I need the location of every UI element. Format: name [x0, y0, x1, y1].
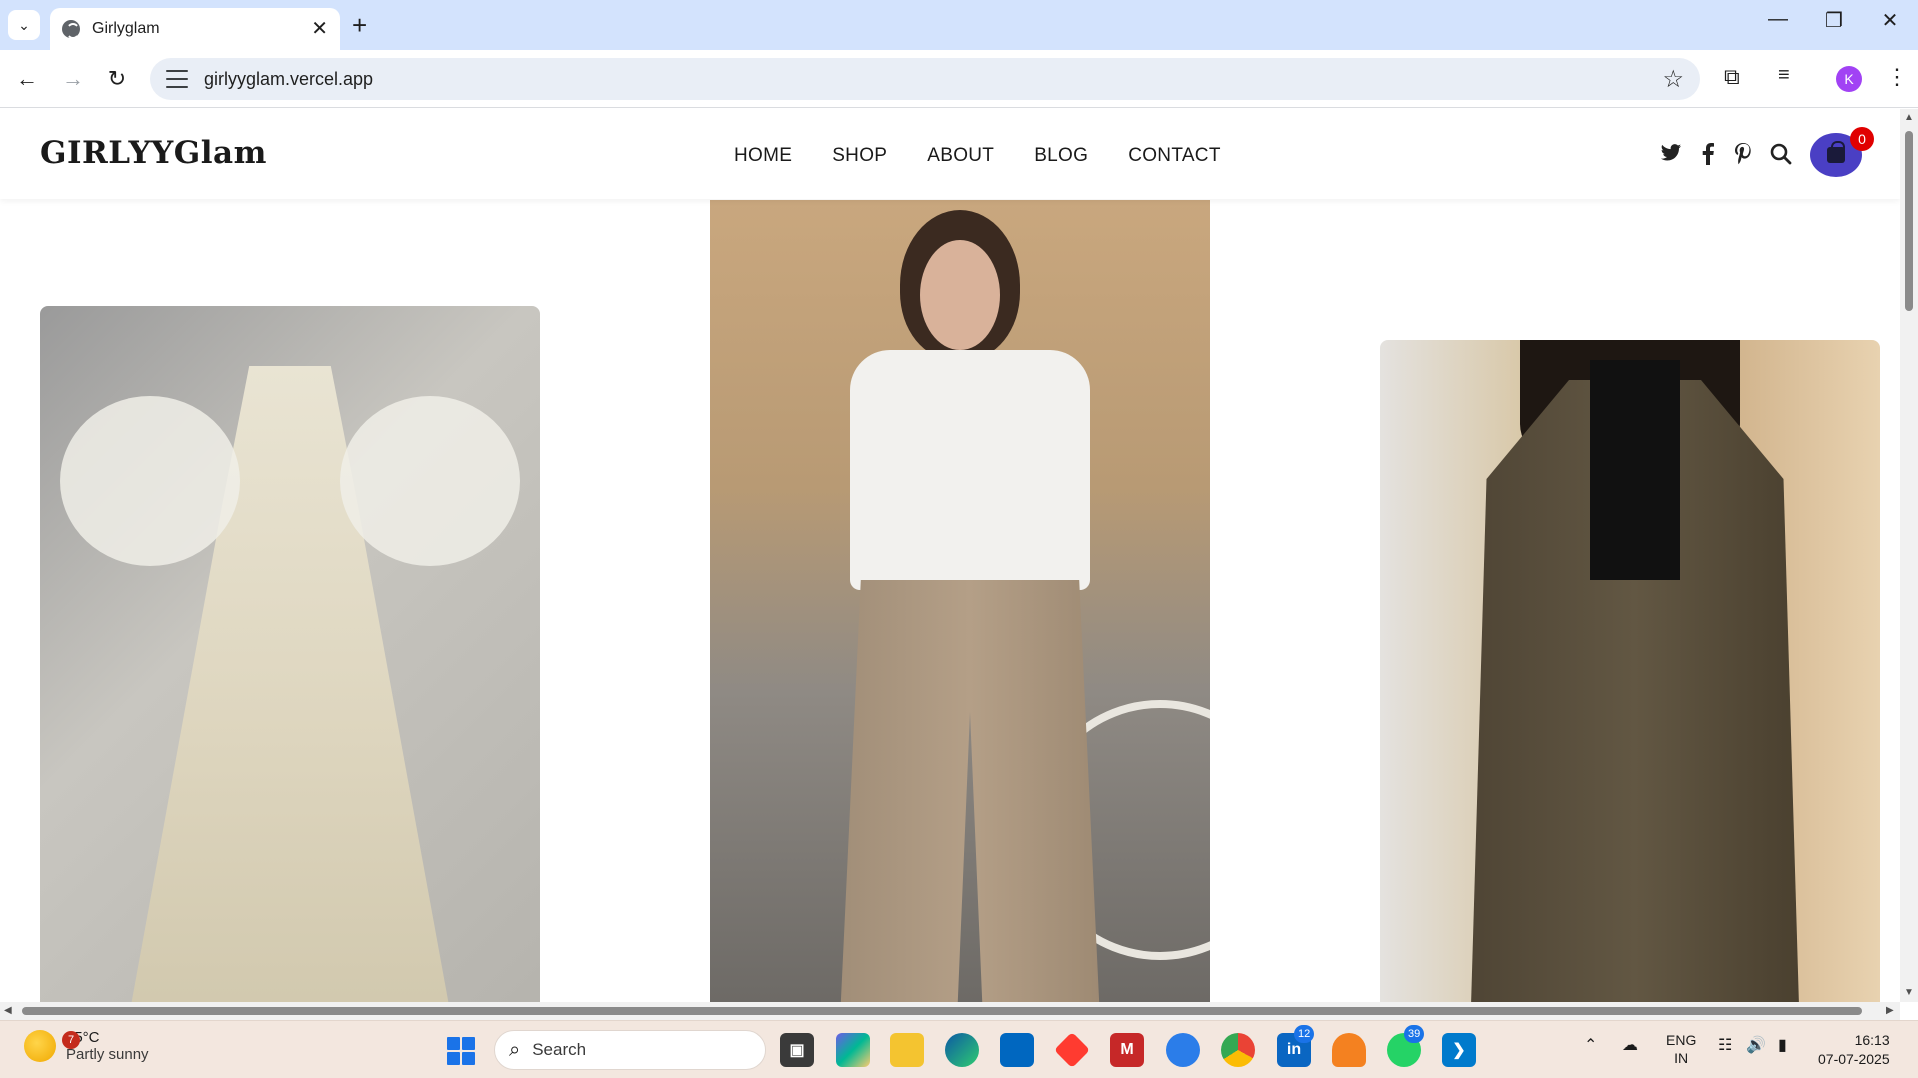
scroll-up-icon[interactable]: ▲ [1904, 112, 1914, 123]
taskbar-search[interactable]: ⌕ Search [494, 1030, 766, 1070]
product-image-white-shirt-trousers[interactable] [710, 200, 1210, 1002]
nav-home[interactable]: HOME [734, 145, 792, 167]
microsoft-store-icon[interactable] [1000, 1033, 1034, 1067]
windows-start-icon[interactable] [447, 1037, 475, 1065]
close-window-icon[interactable]: ✕ [1870, 8, 1910, 33]
copilot-icon[interactable] [836, 1033, 870, 1067]
shopping-bag-icon [1827, 141, 1845, 163]
system-clock[interactable]: 16:13 07-07-2025 [1818, 1031, 1890, 1069]
weather-condition: Partly sunny [66, 1046, 149, 1063]
reload-icon[interactable]: ↻ [102, 64, 132, 94]
media-control-icon[interactable]: ≡ [1778, 64, 1790, 87]
extensions-icon[interactable]: ⧉ [1724, 64, 1740, 90]
pinterest-icon[interactable] [1735, 143, 1751, 171]
tab-search-button[interactable]: ⌄ [8, 10, 40, 40]
nav-contact[interactable]: CONTACT [1128, 145, 1221, 167]
search-icon: ⌕ [509, 1038, 521, 1061]
onedrive-icon[interactable]: ☁ [1622, 1037, 1638, 1055]
anydesk-icon[interactable] [1053, 1031, 1091, 1069]
horizontal-scrollbar[interactable]: ◀ ▶ [0, 1002, 1900, 1020]
site-header: GIRLYYGlam HOME SHOP ABOUT BLOG CONTACT … [0, 109, 1900, 199]
task-view-icon[interactable]: ▣ [780, 1033, 814, 1067]
tab-title: Girlyglam [92, 20, 160, 37]
edge-icon[interactable] [945, 1033, 979, 1067]
weather-badge: 7 [62, 1031, 80, 1049]
address-bar[interactable]: girlyyglam.vercel.app ☆ [150, 58, 1700, 100]
scroll-left-icon[interactable]: ◀ [4, 1005, 12, 1016]
product-image-olive-coat[interactable] [1380, 340, 1880, 1002]
profile-avatar[interactable]: K [1836, 66, 1862, 92]
nav-blog[interactable]: BLOG [1034, 145, 1088, 167]
nav-shop[interactable]: SHOP [832, 145, 887, 167]
language-indicator[interactable]: ENG IN [1666, 1031, 1696, 1067]
vertical-scroll-thumb[interactable] [1905, 131, 1913, 311]
shirt-shape [850, 350, 1090, 590]
forward-icon[interactable]: → [58, 64, 88, 94]
battery-icon[interactable]: ▮ [1778, 1037, 1787, 1055]
weather-widget[interactable]: 7 35°C Partly sunny [24, 1029, 149, 1063]
facebook-icon[interactable] [1702, 143, 1714, 171]
scroll-down-icon[interactable]: ▼ [1904, 987, 1914, 998]
mcafee-icon[interactable]: M [1110, 1033, 1144, 1067]
site-logo[interactable]: GIRLYYGlam [40, 135, 267, 171]
file-explorer-icon[interactable] [890, 1033, 924, 1067]
url-text[interactable]: girlyyglam.vercel.app [204, 69, 1662, 90]
windows-taskbar: 7 35°C Partly sunny ⌕ Search ▣ M in 12 3… [0, 1020, 1918, 1078]
weather-app-icon[interactable] [1166, 1033, 1200, 1067]
main-nav: HOME SHOP ABOUT BLOG CONTACT [734, 145, 1221, 167]
browser-tab-bar: ⌄ Girlyglam ✕ + — ❐ ✕ [0, 0, 1918, 50]
sleeve-shape-right [340, 396, 520, 566]
partly-sunny-icon [24, 1030, 56, 1062]
volume-icon[interactable]: 🔊 [1746, 1037, 1766, 1055]
browser-toolbar: ← → ↻ girlyyglam.vercel.app ☆ ⧉ ≡ K ⋮ [0, 50, 1918, 108]
vscode-icon[interactable]: ❯ [1442, 1033, 1476, 1067]
region-code: IN [1674, 1050, 1689, 1066]
wifi-icon[interactable]: ☷ [1718, 1037, 1732, 1055]
site-info-icon[interactable] [166, 70, 188, 88]
linkedin-badge: 12 [1294, 1025, 1315, 1043]
nav-about[interactable]: ABOUT [927, 145, 994, 167]
sleeve-shape-left [60, 396, 240, 566]
page-viewport: GIRLYYGlam HOME SHOP ABOUT BLOG CONTACT … [0, 109, 1900, 1002]
restore-icon[interactable]: ❐ [1814, 8, 1854, 33]
minimize-icon[interactable]: — [1758, 8, 1798, 31]
bookmark-star-icon[interactable]: ☆ [1662, 65, 1684, 94]
chevron-up-icon[interactable]: ⌃ [1584, 1037, 1597, 1055]
whatsapp-badge: 39 [1404, 1025, 1425, 1043]
tab-close-button[interactable]: ✕ [311, 19, 328, 39]
black-top-shape [1590, 360, 1680, 580]
horizontal-scroll-thumb[interactable] [22, 1007, 1862, 1015]
vertical-scrollbar[interactable]: ▲ ▼ [1900, 109, 1918, 1002]
back-icon[interactable]: ← [12, 64, 42, 94]
cart-count-badge: 0 [1850, 127, 1874, 151]
search-icon[interactable] [1770, 143, 1792, 171]
chevron-down-icon: ⌄ [18, 16, 30, 33]
taskbar-search-label: Search [532, 1040, 587, 1059]
clock-date: 07-07-2025 [1818, 1051, 1890, 1067]
clock-time: 16:13 [1854, 1032, 1890, 1048]
face-shape [920, 240, 1000, 350]
twitter-icon[interactable] [1660, 143, 1682, 169]
new-tab-button[interactable]: + [352, 10, 367, 40]
menu-kebab-icon[interactable]: ⋮ [1886, 64, 1908, 90]
product-image-ivory-gown[interactable] [40, 306, 540, 1002]
globe-icon [62, 20, 80, 39]
browser-tab-active[interactable]: Girlyglam ✕ [50, 8, 340, 50]
trousers-shape [840, 580, 1100, 1002]
scroll-right-icon[interactable]: ▶ [1886, 1005, 1894, 1016]
chrome-icon[interactable] [1221, 1033, 1255, 1067]
cloudflare-icon[interactable] [1332, 1033, 1366, 1067]
language-code: ENG [1666, 1032, 1697, 1048]
